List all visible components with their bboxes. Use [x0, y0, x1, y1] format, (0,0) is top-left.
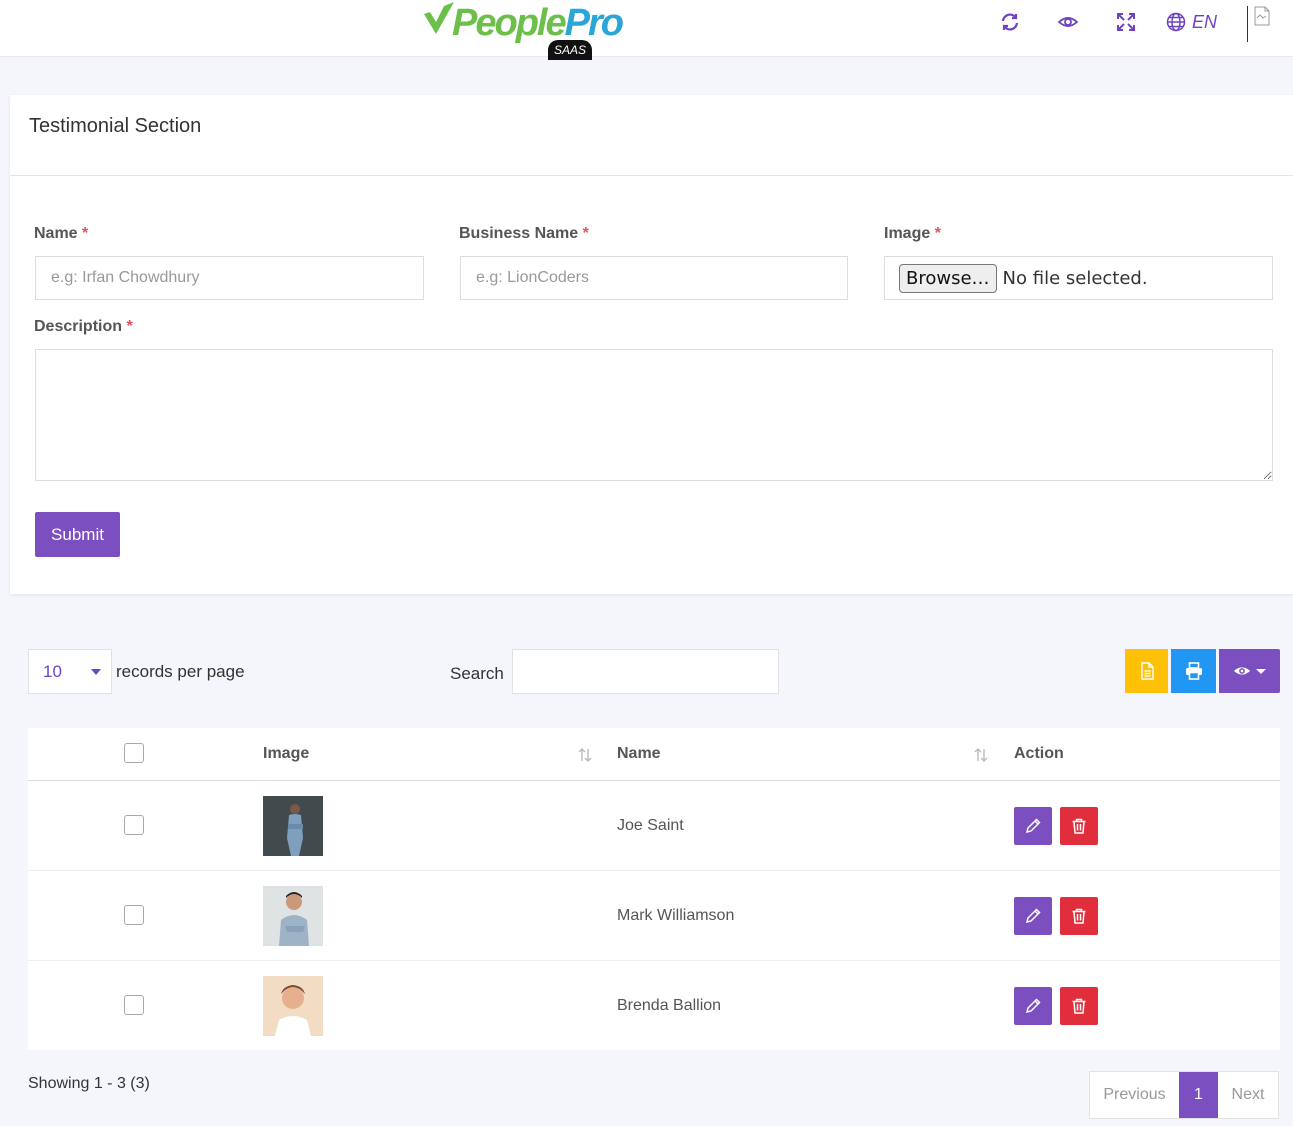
top-header: PeoplePro SAAS EN: [0, 0, 1293, 60]
eye-icon[interactable]: [1057, 12, 1079, 32]
testimonial-name: Joe Saint: [617, 817, 684, 834]
user-avatar[interactable]: [1247, 6, 1273, 42]
column-header-image[interactable]: Image: [263, 745, 309, 763]
no-file-text: No file selected.: [1002, 267, 1148, 289]
language-selector[interactable]: EN: [1166, 10, 1217, 34]
delete-button[interactable]: [1060, 807, 1098, 845]
next-page-button[interactable]: Next: [1218, 1072, 1278, 1118]
search-input[interactable]: [512, 649, 779, 694]
testimonial-photo: [263, 796, 323, 856]
chevron-down-icon: [1256, 668, 1266, 674]
pagination: Previous 1 Next: [1089, 1071, 1279, 1119]
delete-button[interactable]: [1060, 897, 1098, 935]
trash-icon: [1072, 818, 1086, 834]
logo[interactable]: PeoplePro SAAS: [422, 0, 624, 60]
image-label: Image *: [884, 225, 941, 242]
broken-image-icon: [1254, 6, 1270, 26]
divider: [10, 175, 1293, 176]
testimonial-name: Mark Williamson: [617, 907, 735, 924]
testimonial-photo: [263, 886, 323, 946]
edit-button[interactable]: [1014, 897, 1052, 935]
table-row: Brenda Ballion: [28, 961, 1280, 1051]
trash-icon: [1072, 908, 1086, 924]
eye-icon: [1233, 667, 1251, 675]
table-header: Image Name Action: [28, 728, 1280, 781]
refresh-icon[interactable]: [1000, 12, 1020, 32]
business-name-input[interactable]: [460, 256, 848, 300]
image-file-input[interactable]: Browse… No file selected.: [884, 256, 1273, 300]
globe-icon: [1166, 12, 1186, 32]
logo-saas-badge: SAAS: [548, 40, 592, 60]
logo-text: PeoplePro: [452, 2, 624, 44]
description-textarea[interactable]: [35, 349, 1273, 481]
column-header-name[interactable]: Name: [617, 745, 661, 763]
language-label: EN: [1192, 11, 1218, 32]
page-title: Testimonial Section: [29, 115, 202, 137]
print-icon: [1185, 662, 1202, 680]
edit-button[interactable]: [1014, 987, 1052, 1025]
delete-button[interactable]: [1060, 987, 1098, 1025]
sort-icon[interactable]: [973, 747, 989, 763]
per-page-value: 10: [43, 661, 62, 681]
name-label: Name *: [34, 225, 89, 242]
pencil-icon: [1025, 908, 1041, 924]
row-checkbox[interactable]: [124, 815, 144, 835]
browse-button[interactable]: Browse…: [899, 263, 997, 293]
print-button[interactable]: [1171, 649, 1216, 693]
submit-button[interactable]: Submit: [35, 512, 120, 557]
per-page-label: records per page: [116, 662, 245, 681]
showing-count: Showing 1 - 3 (3): [28, 1075, 150, 1092]
table-row: Joe Saint: [28, 781, 1280, 871]
row-checkbox[interactable]: [124, 995, 144, 1015]
testimonials-table: Image Name Action Joe Saint Mark William…: [28, 728, 1280, 1050]
row-checkbox[interactable]: [124, 905, 144, 925]
pencil-icon: [1025, 818, 1041, 834]
description-label: Description *: [34, 318, 133, 335]
testimonial-name: Brenda Ballion: [617, 997, 722, 1014]
fullscreen-icon[interactable]: [1116, 12, 1136, 32]
export-csv-button[interactable]: [1125, 649, 1168, 693]
file-icon: [1140, 662, 1154, 680]
logo-check-icon: [424, 2, 454, 34]
trash-icon: [1072, 998, 1086, 1014]
search-label: Search: [450, 664, 504, 683]
business-name-label: Business Name *: [459, 225, 589, 242]
records-per-page-select[interactable]: 10: [28, 649, 112, 694]
chevron-down-icon: [91, 669, 101, 675]
pencil-icon: [1025, 998, 1041, 1014]
edit-button[interactable]: [1014, 807, 1052, 845]
testimonial-photo: [263, 976, 323, 1036]
select-all-checkbox[interactable]: [124, 743, 144, 763]
column-visibility-button[interactable]: [1219, 649, 1280, 693]
column-header-action: Action: [1014, 745, 1064, 762]
previous-page-button[interactable]: Previous: [1090, 1072, 1179, 1118]
page-1-button[interactable]: 1: [1179, 1072, 1218, 1118]
sort-icon[interactable]: [577, 747, 593, 763]
name-input[interactable]: [35, 256, 424, 300]
testimonial-form-card: Testimonial Section Name * Business Name…: [10, 95, 1293, 594]
table-row: Mark Williamson: [28, 871, 1280, 961]
